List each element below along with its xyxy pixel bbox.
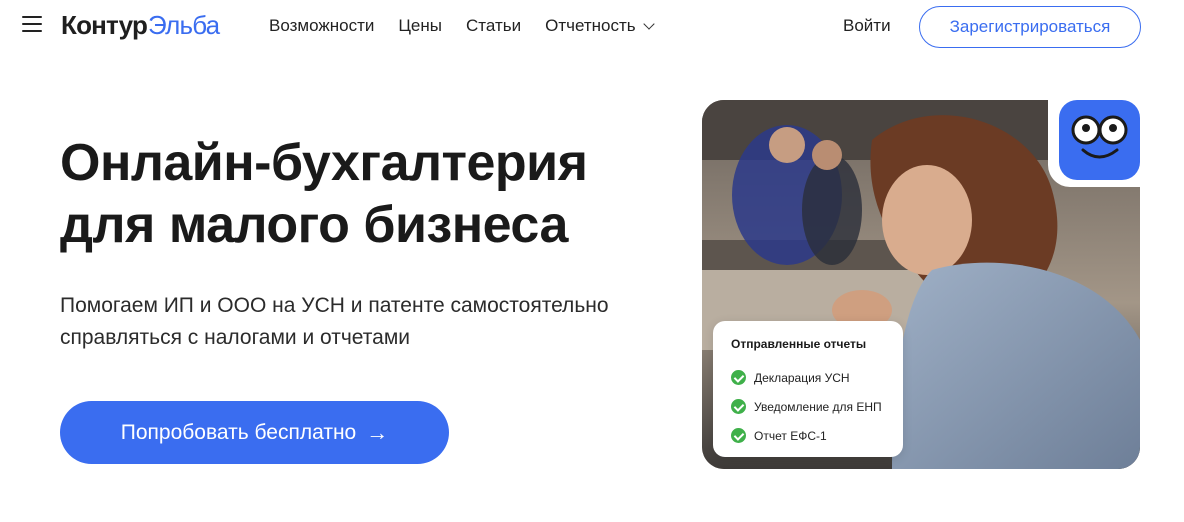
nav-item-reporting-label: Отчетность [545, 16, 636, 35]
login-link[interactable]: Войти [843, 16, 891, 36]
sent-reports-title: Отправленные отчеты [731, 337, 867, 351]
logo[interactable]: КонтурЭльба [61, 10, 220, 40]
report-item: Уведомление для ЕНП [731, 392, 903, 421]
report-item-label: Декларация УСН [754, 370, 850, 385]
nav-item-prices[interactable]: Цены [398, 16, 442, 36]
hero-subtitle-line-1: Помогаем ИП и ООО на УСН и патенте самос… [60, 294, 609, 317]
arrow-right-icon: → [366, 419, 389, 445]
hero-subtitle-line-2: справляться с налогами и отчетами [60, 326, 411, 349]
nav-item-features[interactable]: Возможности [269, 16, 374, 36]
report-item-label: Уведомление для ЕНП [754, 399, 882, 414]
hero-subtitle: Помогаем ИП и ООО на УСН и патенте самос… [60, 290, 660, 354]
report-item: Декларация УСН [731, 363, 903, 392]
logo-elba: Эльба [148, 10, 220, 40]
mascot-face-icon [1059, 100, 1140, 180]
sent-reports-card: Отправленные отчеты Декларация УСН Уведо… [713, 321, 903, 457]
check-circle-icon [731, 399, 746, 414]
try-free-label: Попробовать бесплатно [120, 420, 357, 444]
check-circle-icon [731, 370, 746, 385]
menu-icon[interactable] [22, 15, 42, 33]
main-nav: Возможности Цены Статьи Отчетность [269, 16, 655, 36]
hero-title-line-1: Онлайн-бухгалтерия [60, 134, 588, 192]
check-circle-icon [731, 428, 746, 443]
site-header: КонтурЭльба Возможности Цены Статьи Отче… [0, 0, 1184, 54]
nav-item-articles[interactable]: Статьи [466, 16, 521, 36]
register-button[interactable]: Зарегистрироваться [919, 6, 1141, 48]
chevron-down-icon [642, 17, 655, 30]
report-item: Отчет ЕФС-1 [731, 421, 903, 450]
logo-kontur: Контур [61, 10, 148, 40]
hero-title-line-2: для малого бизнеса [60, 196, 568, 254]
nav-item-reporting[interactable]: Отчетность [545, 16, 655, 36]
hero-title: Онлайн-бухгалтерия для малого бизнеса [60, 132, 588, 256]
report-item-label: Отчет ЕФС-1 [754, 428, 827, 443]
try-free-button[interactable]: Попробовать бесплатно → [60, 401, 449, 464]
